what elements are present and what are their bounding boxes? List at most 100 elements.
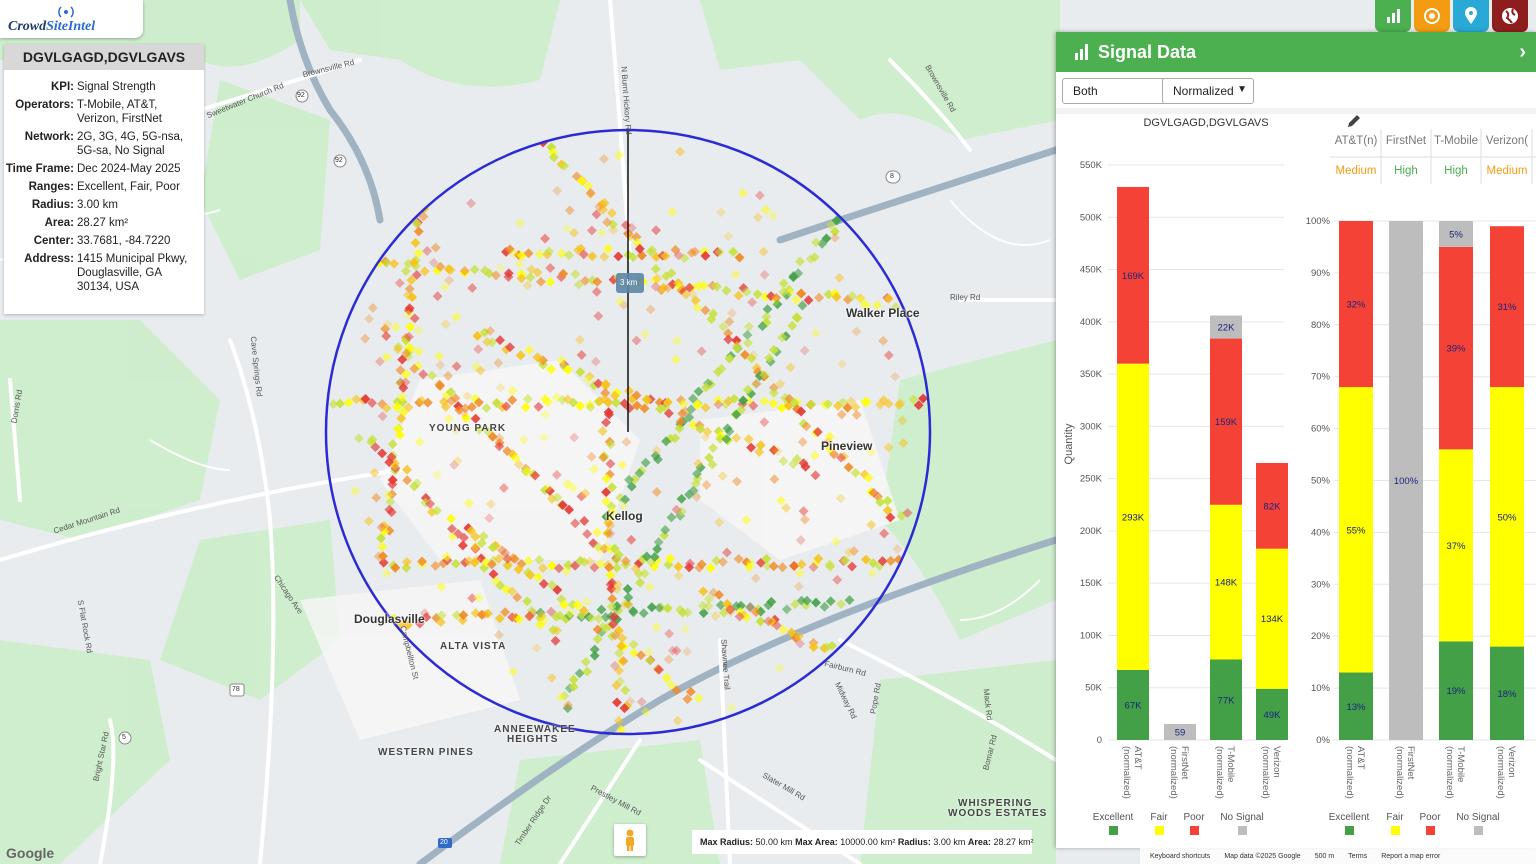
signal-chart: 0 50K 100K 150K 200K 250K 300K 350K 400K 450K 500K… — [1063, 115, 1536, 835]
info-value: 28.27 km² — [77, 217, 129, 229]
street-view-pegman-icon[interactable] — [614, 824, 646, 856]
panel-header: Signal Data › — [1056, 32, 1536, 72]
y-tick-label: 100% — [1306, 216, 1331, 227]
data-label: 49K — [1264, 710, 1282, 721]
legend-swatch — [1474, 826, 1483, 835]
info-row: Address: 1415 Municipal Pkwy, Douglasvill… — [4, 252, 204, 294]
target-icon — [1424, 8, 1440, 24]
info-value: Signal Strength — [77, 81, 156, 93]
x-tick-label: FirstNet(normalized) — [1168, 746, 1190, 799]
bar-chart-icon — [1387, 9, 1400, 23]
location-button[interactable] — [1453, 0, 1489, 32]
data-label: 13% — [1346, 702, 1366, 713]
info-row: Time Frame: Dec 2024-May 2025 — [4, 162, 204, 176]
legend-swatch — [1190, 826, 1199, 835]
keyboard-shortcuts-link[interactable]: Keyboard shortcuts — [1150, 853, 1210, 860]
neighborhood-label: YOUNG PARK — [429, 423, 507, 434]
route-shield: 20 — [440, 839, 448, 846]
info-row: Operators: T-Mobile, AT&T, Verizon, First… — [4, 98, 204, 126]
data-label: 31% — [1497, 302, 1517, 313]
info-value: 3.00 km — [77, 199, 118, 211]
x-tick-label: Verizon(normalized) — [1495, 746, 1517, 799]
info-value: Dec 2024-May 2025 — [77, 163, 181, 175]
operator-header: FirstNet — [1386, 135, 1427, 147]
terms-link[interactable]: Terms — [1348, 853, 1367, 860]
legend-label: Poor — [1183, 812, 1205, 823]
operator-header: T-Mobile — [1434, 135, 1478, 147]
info-key: Network: — [24, 131, 74, 143]
y-tick-label: 100K — [1080, 630, 1103, 641]
x-tick-label: T-Mobile(normalized) — [1214, 746, 1236, 799]
info-row: Area: 28.27 km² — [4, 216, 204, 230]
legend-label: Excellent — [1329, 812, 1370, 823]
operator-rating: High — [1444, 165, 1468, 177]
data-label: 59 — [1175, 728, 1186, 739]
data-label: 148K — [1215, 578, 1238, 589]
edit-pencil-icon[interactable] — [1348, 115, 1360, 127]
y-tick-label: 50K — [1085, 683, 1103, 694]
chart-title: DGVLGAGD,DGVLGAVS — [1143, 117, 1268, 129]
chart-view-button[interactable] — [1375, 0, 1411, 32]
data-label: 77K — [1218, 695, 1236, 706]
y-tick-label: 550K — [1080, 160, 1103, 171]
data-label: 134K — [1261, 614, 1284, 625]
operator-header: Verizon( — [1486, 135, 1528, 147]
data-label: 159K — [1215, 417, 1238, 428]
route-shield: 92 — [297, 92, 305, 99]
legend-label: No Signal — [1456, 812, 1499, 823]
y-tick-label: 250K — [1080, 474, 1103, 485]
data-label: 32% — [1346, 300, 1366, 311]
neighborhood-label: ALTA VISTA — [440, 641, 507, 652]
map-data-text: Map data ©2025 Google — [1224, 852, 1301, 860]
data-label: 39% — [1446, 344, 1466, 355]
info-value: 2G, 3G, 4G, 5G-nsa, 5G-sa, No Signal — [77, 131, 184, 157]
x-tick-label: AT&T(normalized) — [1121, 746, 1143, 799]
y-tick-label: 30% — [1311, 579, 1331, 590]
data-label: 50% — [1497, 512, 1517, 523]
target-button[interactable] — [1414, 0, 1450, 32]
radius-info-bar: Max Radius: 50.00 km Max Area: 10000.00 … — [692, 830, 1033, 854]
legend-swatch — [1155, 826, 1164, 835]
data-label: 19% — [1446, 686, 1466, 697]
y-tick-label: 150K — [1080, 578, 1103, 589]
chevron-down-icon: ▼ — [1237, 84, 1247, 95]
info-row: KPI: Signal Strength — [4, 80, 204, 94]
data-label: 22K — [1218, 323, 1236, 334]
app-logo[interactable]: CrowdSiteIntel — [0, 0, 143, 38]
info-row: Network: 2G, 3G, 4G, 5G-nsa, 5G-sa, No Si… — [4, 130, 204, 158]
legend-label: Fair — [1386, 812, 1404, 823]
y-tick-label: 0 — [1097, 735, 1102, 746]
collapse-chevron-icon[interactable]: › — [1519, 41, 1526, 64]
scale-select[interactable]: Normalized ▼ — [1162, 78, 1254, 104]
place-label: Kellog — [606, 509, 643, 523]
y-tick-label: 200K — [1080, 526, 1103, 537]
y-tick-label: 90% — [1311, 268, 1331, 279]
operator-rating: High — [1394, 165, 1418, 177]
place-label: Douglasville — [354, 612, 425, 626]
y-tick-label: 80% — [1311, 320, 1331, 331]
y-tick-label: 400K — [1080, 317, 1103, 328]
globe-button[interactable] — [1492, 0, 1528, 32]
legend-swatch — [1238, 826, 1247, 835]
antenna-icon — [58, 6, 74, 18]
operator-rating: Medium — [1487, 165, 1528, 177]
info-row: Center: 33.7681, -84.7220 — [4, 234, 204, 248]
y-tick-label: 50% — [1311, 476, 1331, 487]
operator-rating: Medium — [1336, 165, 1377, 177]
x-tick-label: T-Mobile(normalized) — [1444, 746, 1466, 799]
y-tick-label: 10% — [1311, 683, 1331, 694]
info-key: Ranges: — [28, 181, 74, 193]
legend-swatch — [1109, 826, 1118, 835]
signal-data-panel: Signal Data › Both▼ Normalized▼ 050K100K… — [1056, 32, 1536, 848]
data-label: 169K — [1122, 271, 1145, 282]
data-label: 293K — [1122, 512, 1145, 523]
y-tick-label: 500K — [1080, 212, 1103, 223]
info-key: Time Frame: — [5, 163, 74, 175]
scale-label: 500 m — [1314, 852, 1335, 860]
data-label: 82K — [1264, 501, 1282, 512]
road-label: Riley Rd — [950, 293, 981, 302]
info-key: Operators: — [15, 99, 74, 111]
legend-label: Fair — [1150, 812, 1168, 823]
data-label: 55% — [1346, 525, 1366, 536]
report-error-link[interactable]: Report a map error — [1381, 853, 1440, 860]
